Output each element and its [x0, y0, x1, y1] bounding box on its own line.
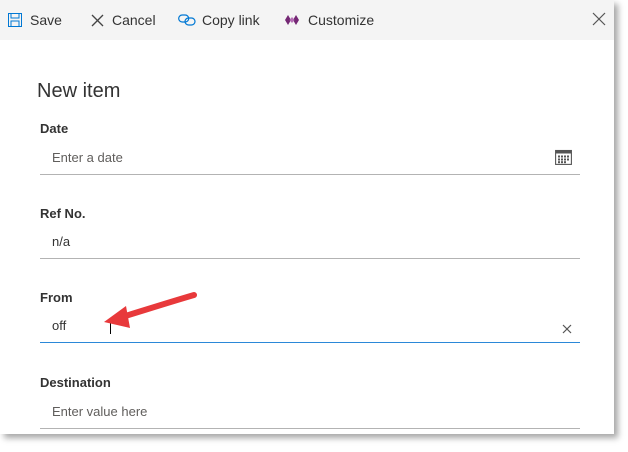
new-item-panel: Save Cancel Copy link Customize New item… — [0, 0, 614, 434]
annotation-arrow — [104, 292, 197, 328]
form-title: New item — [37, 80, 121, 102]
ref-no-field — [40, 226, 580, 259]
ref-no-label: Ref No. — [40, 206, 86, 221]
save-label: Save — [30, 12, 62, 28]
cancel-button[interactable]: Cancel — [91, 0, 156, 40]
save-icon — [8, 13, 22, 27]
from-label: From — [40, 290, 73, 305]
save-button[interactable]: Save — [8, 0, 62, 40]
destination-field — [40, 396, 580, 429]
clear-icon[interactable] — [562, 321, 572, 339]
link-icon — [178, 14, 196, 26]
date-field — [40, 142, 580, 175]
cancel-icon — [91, 14, 104, 27]
ref-no-input[interactable] — [40, 226, 552, 256]
customize-button[interactable]: Customize — [284, 0, 374, 40]
destination-label: Destination — [40, 375, 111, 390]
copy-link-label: Copy link — [202, 12, 260, 28]
customize-label: Customize — [308, 12, 375, 28]
date-label: Date — [40, 121, 69, 136]
date-input[interactable] — [40, 142, 552, 172]
destination-input[interactable] — [40, 396, 552, 426]
customize-icon — [284, 14, 300, 26]
cancel-label: Cancel — [112, 12, 156, 28]
calendar-icon[interactable] — [555, 149, 572, 170]
close-icon[interactable] — [592, 12, 606, 26]
command-bar: Save Cancel Copy link Customize — [0, 0, 614, 40]
copy-link-button[interactable]: Copy link — [178, 0, 260, 40]
